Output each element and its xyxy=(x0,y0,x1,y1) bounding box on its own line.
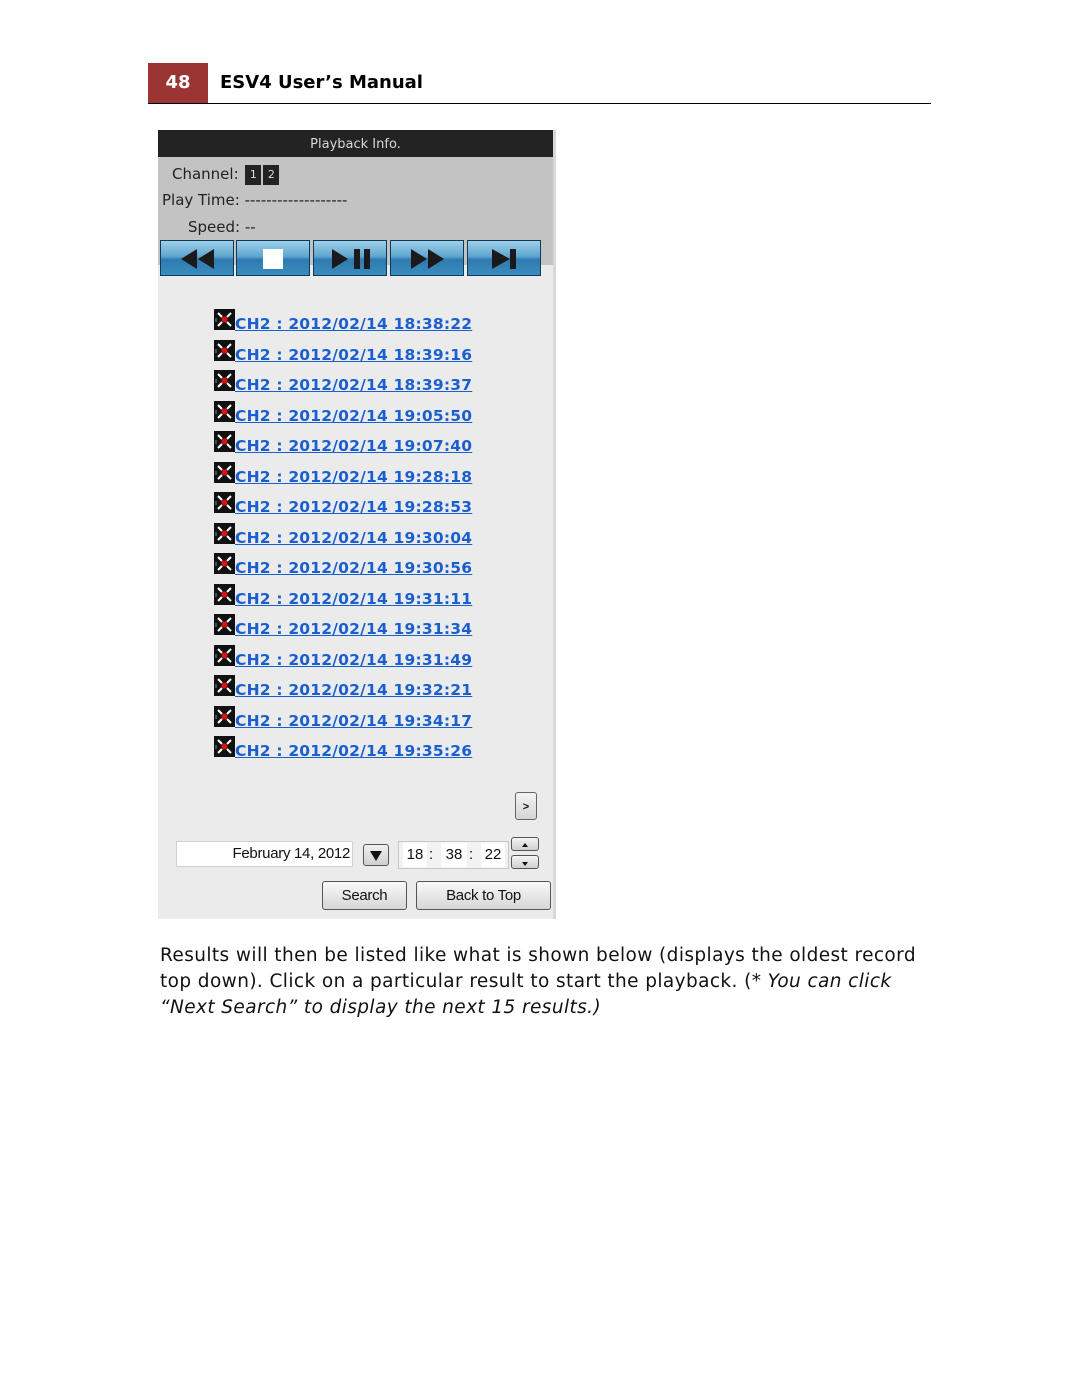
result-link[interactable]: CH2 : 2012/02/14 19:31:49 xyxy=(235,650,472,670)
second-field[interactable]: 22 xyxy=(481,843,505,867)
play-time-row: Play Time: ------------------- xyxy=(162,191,347,209)
result-item[interactable]: CH2 : 2012/02/14 19:05:50 xyxy=(214,400,472,433)
channel-2-button[interactable]: 2 xyxy=(263,165,280,185)
playback-panel-screenshot: Playback Info. Channel: 12 Play Time: --… xyxy=(158,130,556,919)
body-paragraph: Results will then be listed like what is… xyxy=(160,943,940,1021)
result-item[interactable]: CH2 : 2012/02/14 18:39:16 xyxy=(214,339,472,372)
time-separator: : xyxy=(469,846,474,863)
result-item[interactable]: CH2 : 2012/02/14 19:30:04 xyxy=(214,522,472,555)
time-separator: : xyxy=(429,846,434,863)
fast-forward-icon xyxy=(411,249,444,269)
result-link[interactable]: CH2 : 2012/02/14 19:30:56 xyxy=(235,558,472,578)
fast-forward-button[interactable] xyxy=(390,240,464,276)
result-link[interactable]: CH2 : 2012/02/14 19:30:04 xyxy=(235,528,472,548)
next-frame-button[interactable] xyxy=(467,240,541,276)
recording-event-icon xyxy=(214,431,235,452)
result-item[interactable]: CH2 : 2012/02/14 19:31:34 xyxy=(214,614,472,646)
time-decrement-button[interactable] xyxy=(511,855,539,869)
rewind-button[interactable] xyxy=(160,240,234,276)
hour-field[interactable]: 18 xyxy=(403,843,427,867)
skip-forward-icon xyxy=(492,249,516,269)
triangle-down-icon xyxy=(370,851,382,861)
recording-event-icon xyxy=(214,370,235,391)
result-link[interactable]: CH2 : 2012/02/14 19:31:11 xyxy=(235,589,472,609)
result-item[interactable]: CH2 : 2012/02/14 19:30:56 xyxy=(214,553,472,585)
result-link[interactable]: CH2 : 2012/02/14 19:35:26 xyxy=(235,741,472,761)
recording-event-icon xyxy=(214,309,235,330)
result-link[interactable]: CH2 : 2012/02/14 18:38:22 xyxy=(235,314,472,334)
result-link[interactable]: CH2 : 2012/02/14 19:28:18 xyxy=(235,467,472,487)
minute-field[interactable]: 38 xyxy=(441,843,467,867)
play-pause-button[interactable] xyxy=(313,240,387,276)
page-number: 48 xyxy=(148,63,208,103)
channel-row: Channel: 12 xyxy=(172,165,280,185)
play-time-label: Play Time: xyxy=(162,191,240,209)
result-link[interactable]: CH2 : 2012/02/14 19:07:40 xyxy=(235,436,472,456)
search-button[interactable]: Search xyxy=(322,881,407,910)
recording-event-icon xyxy=(214,675,235,696)
rewind-icon xyxy=(181,249,214,269)
recording-event-icon xyxy=(214,614,235,635)
recording-event-icon xyxy=(214,644,235,666)
recording-event-icon xyxy=(214,461,235,483)
speed-label: Speed: xyxy=(188,218,241,236)
date-field[interactable]: February 14, 2012 xyxy=(176,841,353,867)
time-field[interactable]: 18 : 38 : 22 xyxy=(398,841,509,869)
recording-event-icon xyxy=(214,522,235,544)
result-item[interactable]: CH2 : 2012/02/14 19:31:11 xyxy=(214,583,472,616)
recording-event-icon xyxy=(214,583,235,605)
play-time-value: ------------------- xyxy=(244,191,348,209)
result-item[interactable]: CH2 : 2012/02/14 19:32:21 xyxy=(214,675,472,707)
time-increment-button[interactable] xyxy=(511,837,539,851)
result-item[interactable]: CH2 : 2012/02/14 19:31:49 xyxy=(214,644,472,677)
playback-controls xyxy=(158,240,553,278)
date-dropdown-button[interactable] xyxy=(363,844,389,866)
result-item[interactable]: CH2 : 2012/02/14 19:28:18 xyxy=(214,461,472,494)
result-link[interactable]: CH2 : 2012/02/14 19:32:21 xyxy=(235,680,472,700)
result-item[interactable]: CH2 : 2012/02/14 19:35:26 xyxy=(214,736,472,768)
result-link[interactable]: CH2 : 2012/02/14 18:39:37 xyxy=(235,375,472,395)
arrow-down-icon xyxy=(522,862,528,866)
stop-button[interactable] xyxy=(236,240,310,276)
result-link[interactable]: CH2 : 2012/02/14 19:31:34 xyxy=(235,619,472,639)
result-item[interactable]: CH2 : 2012/02/14 18:39:37 xyxy=(214,370,472,402)
arrow-up-icon xyxy=(522,843,528,847)
result-item[interactable]: CH2 : 2012/02/14 18:38:22 xyxy=(214,309,472,341)
play-pause-icon xyxy=(332,249,370,269)
next-search-button[interactable]: > xyxy=(515,792,537,820)
recording-event-icon xyxy=(214,492,235,513)
panel-title: Playback Info. xyxy=(158,130,553,157)
search-results-list: CH2 : 2012/02/14 18:38:22 CH2 : 2012/02/1… xyxy=(214,309,472,768)
result-link[interactable]: CH2 : 2012/02/14 19:34:17 xyxy=(235,711,472,731)
recording-event-icon xyxy=(214,339,235,361)
speed-value: -- xyxy=(244,218,256,236)
result-link[interactable]: CH2 : 2012/02/14 18:39:16 xyxy=(235,345,472,365)
recording-event-icon xyxy=(214,705,235,727)
channel-label: Channel: xyxy=(172,165,239,183)
recording-event-icon xyxy=(214,553,235,574)
stop-icon xyxy=(263,249,283,269)
result-item[interactable]: CH2 : 2012/02/14 19:07:40 xyxy=(214,431,472,463)
page-header: 48 ESV4 User’s Manual xyxy=(148,63,931,104)
channel-1-button[interactable]: 1 xyxy=(245,165,262,185)
recording-event-icon xyxy=(214,736,235,757)
result-link[interactable]: CH2 : 2012/02/14 19:28:53 xyxy=(235,497,472,517)
manual-title: ESV4 User’s Manual xyxy=(220,72,423,93)
speed-row: Speed: -- xyxy=(188,218,256,236)
result-link[interactable]: CH2 : 2012/02/14 19:05:50 xyxy=(235,406,472,426)
back-to-top-button[interactable]: Back to Top xyxy=(416,881,551,910)
recording-event-icon xyxy=(214,400,235,422)
result-item[interactable]: CH2 : 2012/02/14 19:34:17 xyxy=(214,705,472,738)
result-item[interactable]: CH2 : 2012/02/14 19:28:53 xyxy=(214,492,472,524)
